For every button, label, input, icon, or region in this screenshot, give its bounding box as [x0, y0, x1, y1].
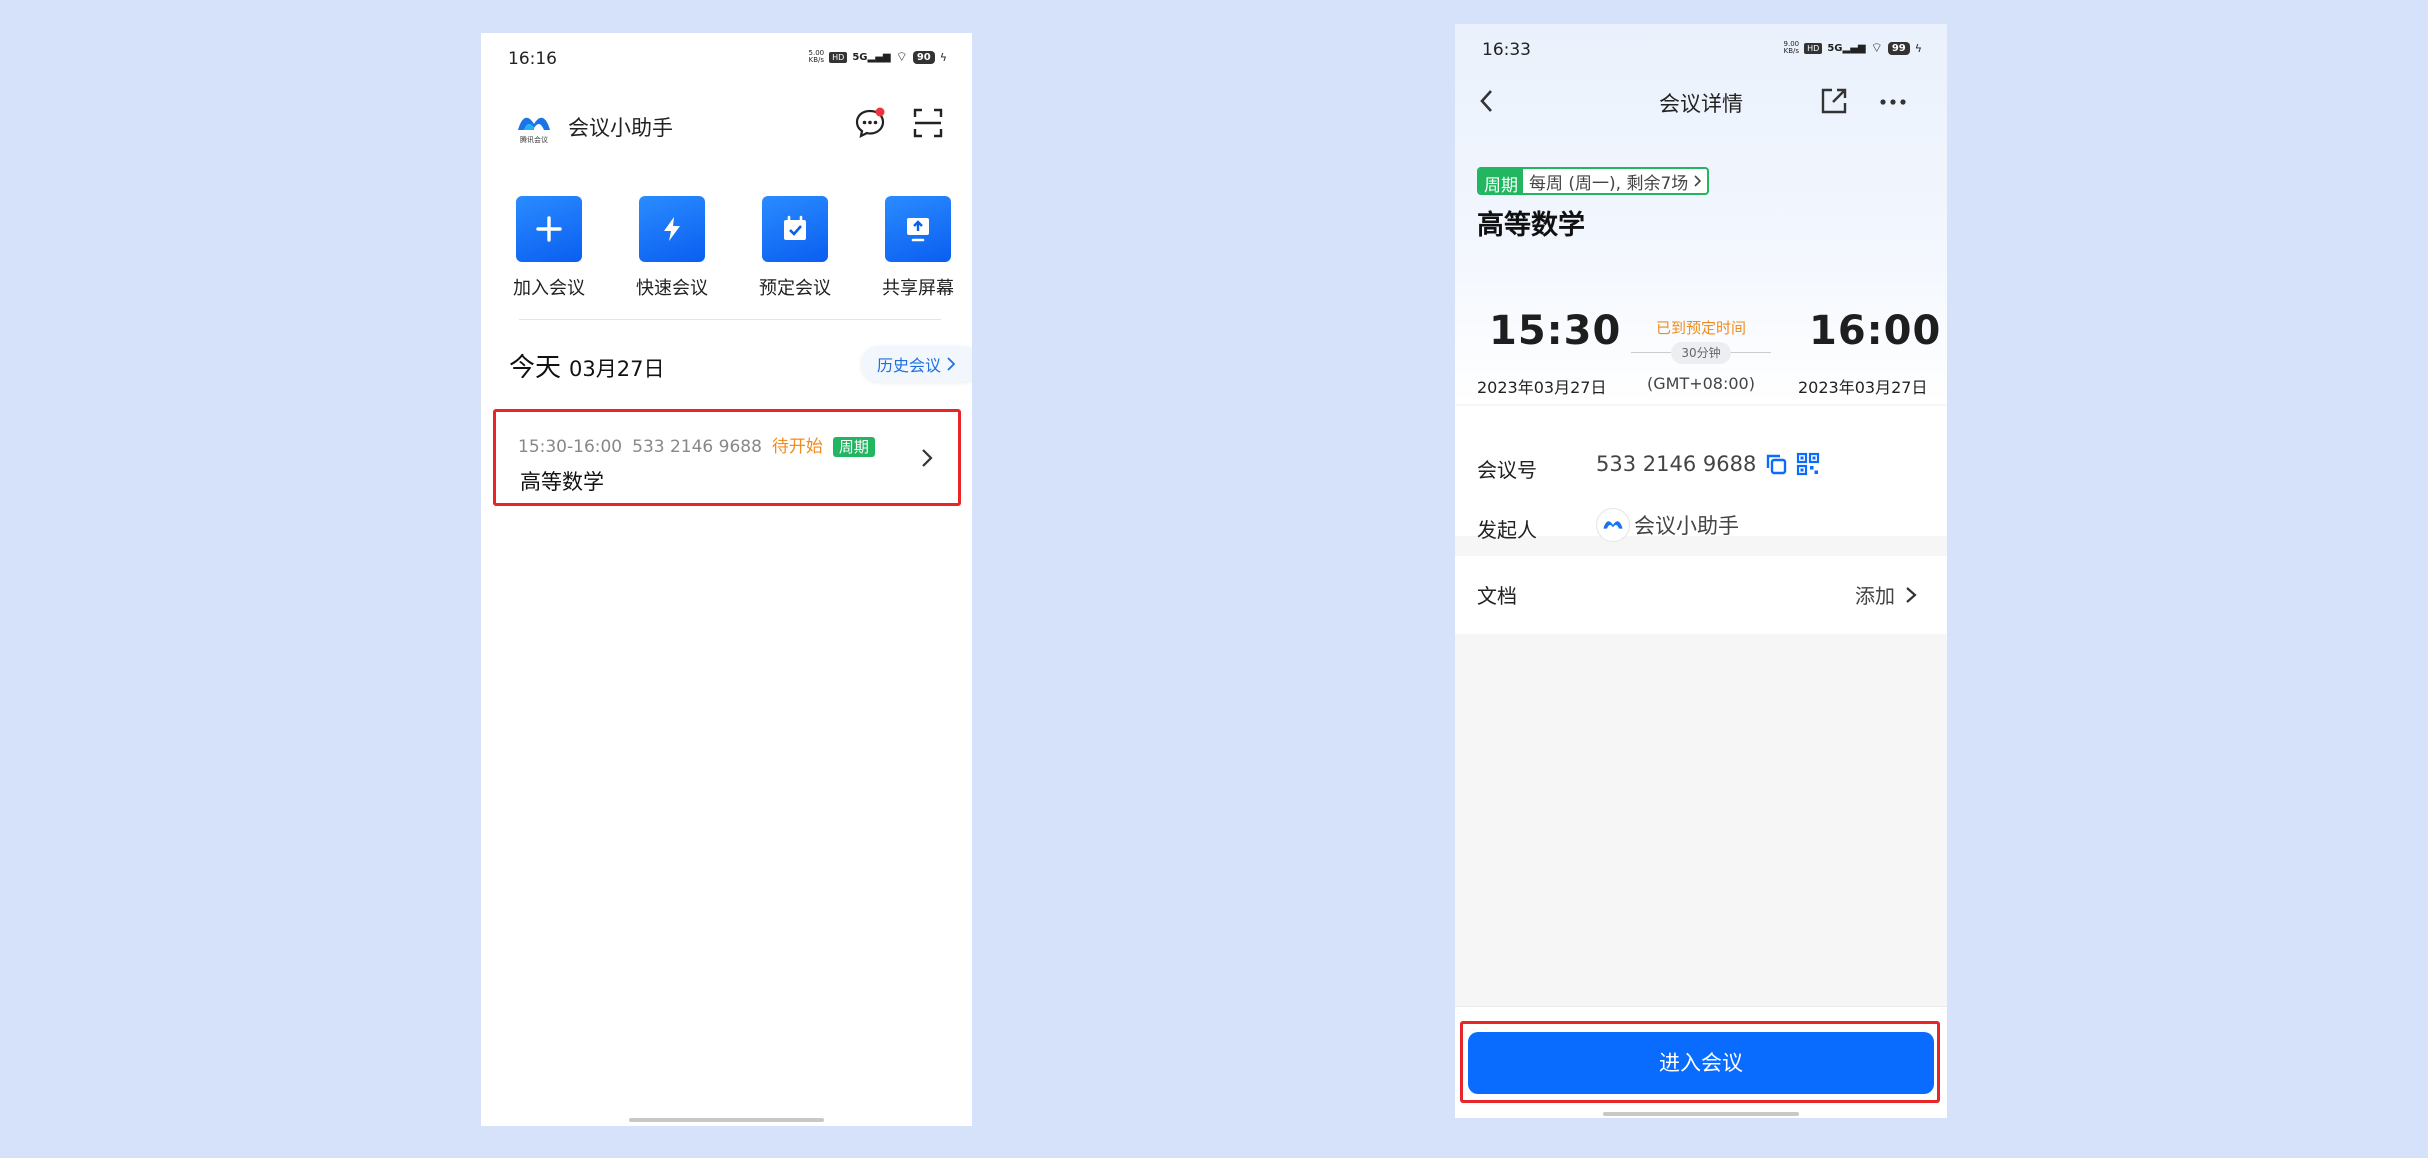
- app-header: 腾讯会议 会议小助手: [481, 101, 972, 161]
- page-title: 会议详情: [1659, 92, 1743, 116]
- battery-icon: 90: [912, 50, 935, 64]
- network-speed: 9.00 KB/s: [1783, 40, 1800, 55]
- share-screen-button[interactable]: 共享屏幕: [877, 196, 959, 300]
- hd-badge: HD: [829, 51, 848, 63]
- qr-code-icon[interactable]: [1796, 452, 1820, 476]
- screen-share-icon: [885, 196, 951, 262]
- meeting-title: 高等数学: [520, 470, 604, 494]
- end-time: 16:00: [1809, 308, 1942, 354]
- signal-icon: 5G▂▄▆: [1827, 42, 1866, 54]
- chevron-right-icon: [1694, 175, 1702, 187]
- meeting-number-row: 533 2146 9688: [1596, 452, 1820, 476]
- network-speed: 5.00 KB/s: [808, 49, 825, 64]
- avatar: [1596, 508, 1630, 542]
- recurring-tag: 周期: [832, 437, 875, 457]
- history-meetings-label: 历史会议: [877, 356, 942, 375]
- meeting-info: 会议号 533 2146 9688 发起人 会议小助手: [1455, 406, 1947, 542]
- plus-icon: [516, 196, 582, 262]
- meeting-time-range: 15:30 2023年03月27日 已到预定时间 30分钟 (GMT+08:00…: [1455, 286, 1947, 406]
- wifi-icon: ⌔: [1870, 41, 1883, 56]
- hd-badge: HD: [1804, 42, 1823, 54]
- more-icon[interactable]: [1879, 98, 1907, 106]
- scan-icon[interactable]: [911, 106, 945, 140]
- today-date: 03月27日: [569, 357, 665, 381]
- home-screen: 16:16 5.00 KB/s HD 5G▂▄▆ ⌔ 90 ϟ 腾讯会议 会议小…: [481, 33, 972, 1126]
- status-bar: 16:16 5.00 KB/s HD 5G▂▄▆ ⌔ 90 ϟ: [481, 33, 972, 85]
- meeting-title: 高等数学: [1477, 210, 1585, 241]
- recurrence-tag[interactable]: 周期 每周 (周一), 剩余7场: [1477, 167, 1710, 195]
- meeting-number: 533 2146 9688: [1596, 452, 1757, 476]
- quick-actions: 加入会议 快速会议 预定会议 共享屏幕: [481, 196, 972, 306]
- status-bar: 16:33 9.00 KB/s HD 5G▂▄▆ ⌔ 99 ϟ: [1455, 24, 1947, 76]
- add-document-label: 添加: [1855, 584, 1895, 608]
- recurrence-info: 每周 (周一), 剩余7场: [1523, 169, 1707, 193]
- host-row: 会议小助手: [1596, 508, 1739, 542]
- home-indicator[interactable]: [629, 1118, 824, 1122]
- wifi-icon: ⌔: [895, 50, 908, 65]
- schedule-meeting-label: 预定会议: [759, 278, 831, 299]
- signal-icon: 5G▂▄▆: [852, 51, 891, 63]
- battery-icon: 99: [1887, 41, 1910, 55]
- end-date: 2023年03月27日: [1798, 378, 1928, 397]
- logo-caption: 腾讯会议: [520, 136, 548, 144]
- share-icon[interactable]: [1817, 84, 1851, 118]
- lightning-icon: [639, 196, 705, 262]
- add-document-button[interactable]: 添加: [1855, 580, 1917, 609]
- chevron-right-icon: [1906, 586, 1917, 603]
- recurring-label: 周期: [1479, 169, 1523, 193]
- meeting-list-item[interactable]: 15:30-16:00 533 2146 9688 待开始 周期 高等数学: [493, 409, 961, 506]
- app-title: 会议小助手: [568, 116, 673, 140]
- meeting-meta: 15:30-16:00 533 2146 9688 待开始 周期: [518, 432, 875, 457]
- schedule-meeting-button[interactable]: 预定会议: [754, 196, 836, 300]
- documents-row[interactable]: 文档 添加: [1455, 556, 1947, 634]
- share-screen-label: 共享屏幕: [882, 278, 954, 299]
- charging-icon: ϟ: [1914, 41, 1922, 55]
- divider: [519, 319, 941, 320]
- meeting-status: 待开始: [771, 437, 823, 457]
- status-time: 16:33: [1482, 40, 1531, 60]
- message-icon[interactable]: [853, 106, 887, 140]
- home-indicator[interactable]: [1603, 1112, 1799, 1116]
- host-name: 会议小助手: [1634, 514, 1739, 538]
- join-meeting-button[interactable]: 加入会议: [508, 196, 590, 300]
- enter-meeting-button[interactable]: 进入会议: [1468, 1032, 1934, 1094]
- join-meeting-label: 加入会议: [513, 278, 585, 299]
- charging-icon: ϟ: [939, 50, 947, 64]
- documents-label: 文档: [1477, 584, 1517, 608]
- chevron-right-icon: [922, 449, 933, 467]
- today-label: 今天: [509, 353, 562, 383]
- meeting-detail-screen: 16:33 9.00 KB/s HD 5G▂▄▆ ⌔ 99 ϟ 会议详情 周期 …: [1455, 24, 1947, 1118]
- meeting-number: 533 2146 9688: [632, 437, 762, 457]
- status-icons: 5.00 KB/s HD 5G▂▄▆ ⌔ 90 ϟ: [808, 49, 947, 66]
- today-heading: 今天 03月27日: [509, 347, 664, 384]
- status-icons: 9.00 KB/s HD 5G▂▄▆ ⌔ 99 ϟ: [1783, 40, 1922, 57]
- recurrence-text: 每周 (周一), 剩余7场: [1529, 173, 1689, 194]
- nav-bar: 会议详情: [1455, 76, 1947, 126]
- meeting-time-range: 15:30-16:00: [518, 437, 623, 457]
- host-label: 发起人: [1477, 518, 1537, 542]
- history-meetings-button[interactable]: 历史会议: [861, 346, 972, 382]
- status-time: 16:16: [508, 49, 557, 69]
- quick-meeting-button[interactable]: 快速会议: [631, 196, 713, 300]
- quick-meeting-label: 快速会议: [636, 278, 708, 299]
- copy-icon[interactable]: [1764, 452, 1788, 476]
- calendar-check-icon: [762, 196, 828, 262]
- meeting-number-label: 会议号: [1477, 458, 1537, 482]
- duration-pill: 30分钟: [1671, 342, 1731, 364]
- chevron-right-icon: [947, 357, 956, 371]
